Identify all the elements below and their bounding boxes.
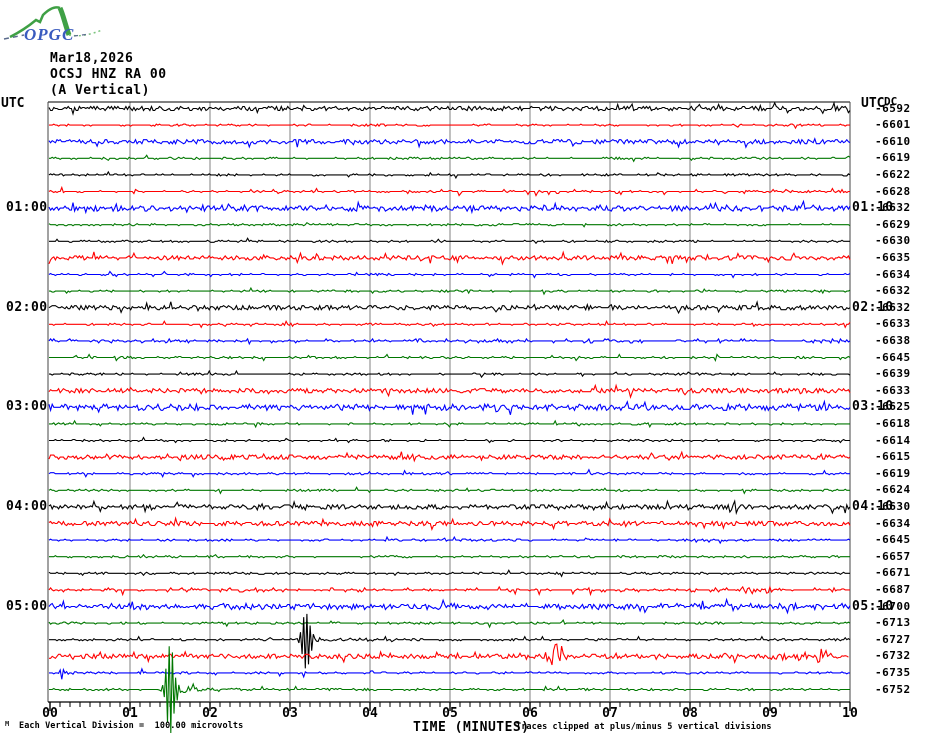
x-tick-label: 02 — [202, 706, 218, 721]
helicorder-plot — [47, 100, 851, 734]
dc-offset-value: -6628 — [875, 184, 911, 198]
dc-offset-value: -6727 — [875, 632, 911, 646]
x-tick-label: 05 — [442, 706, 458, 721]
row-start-time: 02:00 — [6, 299, 48, 315]
x-tick-label: 00 — [42, 706, 58, 721]
dc-offset-value: -6700 — [875, 599, 911, 613]
row-start-time: 01:00 — [6, 200, 48, 216]
x-tick-label: 01 — [122, 706, 138, 721]
dc-offset-value: -6713 — [875, 616, 911, 630]
dc-offset-value: -6630 — [875, 499, 911, 513]
dc-offset-value: -6629 — [875, 217, 911, 231]
dc-offset-value: -6633 — [875, 383, 911, 397]
x-tick-label: 04 — [362, 706, 378, 721]
dc-offset-value: -6619 — [875, 466, 911, 480]
dc-offset-value: -6634 — [875, 516, 911, 530]
dc-offset-value: -6625 — [875, 400, 911, 414]
dc-offset-value: -6632 — [875, 284, 911, 298]
dc-offset-value: -6618 — [875, 416, 911, 430]
dc-offset-value: -6735 — [875, 665, 911, 679]
dc-offset-value: -6635 — [875, 250, 911, 264]
x-tick-label: 10 — [842, 706, 858, 721]
dc-offset-value: -6645 — [875, 533, 911, 547]
dc-offset-value: -6687 — [875, 582, 911, 596]
dc-offset-value: -6601 — [875, 118, 911, 132]
x-tick-label: 06 — [522, 706, 538, 721]
dc-offset-value: -6630 — [875, 234, 911, 248]
helicorder-page: OPGC Mar18,2026 OCSJ HNZ RA 00 (A Vertic… — [0, 0, 930, 744]
dc-offset-value: -6638 — [875, 333, 911, 347]
dc-offset-value: -6615 — [875, 450, 911, 464]
dc-offset-value: -6632 — [875, 201, 911, 215]
row-start-time: 05:00 — [6, 598, 48, 614]
dc-offset-value: -6619 — [875, 151, 911, 165]
x-tick-label: 07 — [602, 706, 618, 721]
row-start-time: 03:00 — [6, 399, 48, 415]
x-tick-label: 08 — [682, 706, 698, 721]
dc-offset-value: -6732 — [875, 649, 911, 663]
x-tick-label: 09 — [762, 706, 778, 721]
dc-offset-value: -6614 — [875, 433, 911, 447]
dc-offset-value: -6592 — [875, 101, 911, 115]
x-tick-label: 03 — [282, 706, 298, 721]
corner-mark: M — [5, 720, 10, 728]
dc-offset-value: -6633 — [875, 317, 911, 331]
dc-offset-value: -6639 — [875, 367, 911, 381]
dc-offset-value: -6657 — [875, 549, 911, 563]
dc-offset-value: -6632 — [875, 300, 911, 314]
clip-note: Traces clipped at plus/minus 5 vertical … — [516, 722, 772, 732]
row-start-time: 04:00 — [6, 498, 48, 514]
division-note: Each Vertical Division = 100.00 microvol… — [19, 721, 244, 731]
dc-offset-value: -6622 — [875, 167, 911, 181]
dc-offset-value: -6610 — [875, 134, 911, 148]
x-axis-title: TIME (MINUTES) — [413, 720, 530, 735]
dc-offset-value: -6671 — [875, 566, 911, 580]
dc-offset-value: -6752 — [875, 682, 911, 696]
dc-offset-value: -6634 — [875, 267, 911, 281]
dc-offset-value: -6624 — [875, 483, 911, 497]
dc-offset-value: -6645 — [875, 350, 911, 364]
